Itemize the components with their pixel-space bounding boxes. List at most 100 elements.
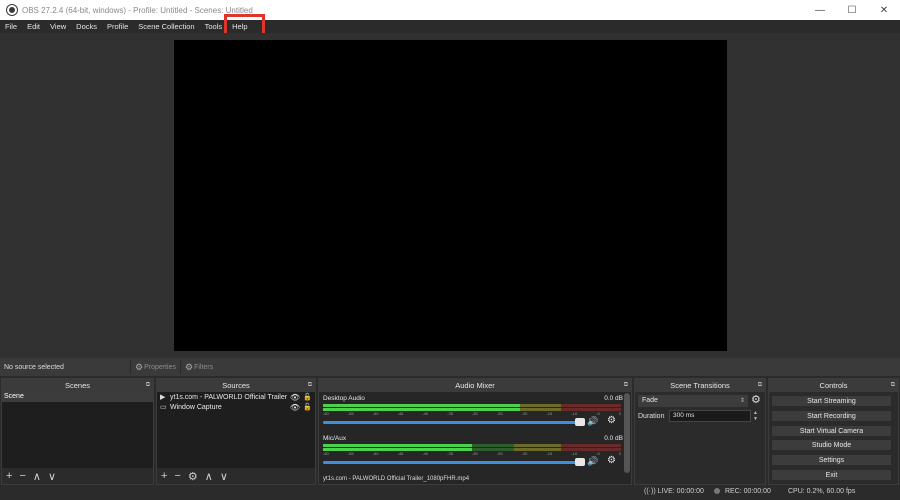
move-scene-down-button[interactable]: ∨ (48, 470, 56, 483)
scenes-dock: Scenes ⧉ Scene + − ∧ ∨ (1, 378, 154, 485)
close-button[interactable]: ✕ (868, 0, 900, 20)
menu-edit[interactable]: Edit (22, 20, 45, 33)
speaker-icon[interactable]: 🔊 (587, 456, 598, 467)
source-name: Window Capture (170, 403, 222, 411)
source-name: yt1s.com - PALWORLD Official Trailer (170, 393, 288, 401)
channel-name: Desktop Audio (323, 395, 365, 402)
chevron-updown-icon: ⇕ (739, 398, 745, 404)
preview-canvas[interactable] (174, 40, 727, 351)
sources-dock-header: Sources ⧉ (157, 379, 315, 392)
rec-status: REC: 00:00:00 (714, 488, 771, 495)
filters-button[interactable]: ⚙ Filters (179, 360, 217, 374)
start-streaming-button[interactable]: Start Streaming (771, 395, 892, 407)
menu-tools[interactable]: Tools (200, 20, 228, 33)
sources-dock-title: Sources (222, 381, 250, 390)
gear-icon[interactable]: ⚙ (607, 455, 616, 466)
start-recording-button[interactable]: Start Recording (771, 410, 892, 422)
window-icon: ▭ (160, 404, 167, 411)
audio-mixer-title: Audio Mixer (455, 381, 495, 390)
title-bar: OBS 27.2.4 (64-bit, windows) - Profile: … (0, 0, 900, 20)
filters-label: Filters (194, 363, 214, 371)
source-item[interactable]: ▶ yt1s.com - PALWORLD Official Trailer 👁… (157, 392, 315, 402)
scene-transitions-title: Scene Transitions (670, 381, 730, 390)
menu-profile[interactable]: Profile (102, 20, 133, 33)
add-source-button[interactable]: + (161, 470, 167, 482)
settings-button[interactable]: Settings (771, 454, 892, 466)
move-source-up-button[interactable]: ∧ (205, 470, 213, 483)
meter-ticks: -60 -55 -50 -45 -40 -35 -30 -25 -20 -15 -10 -5 0 (323, 411, 621, 416)
audio-mixer-header: Audio Mixer ⧉ (319, 379, 631, 392)
scene-transitions-dock: Scene Transitions ⧉ Fade ⇕ ⚙ Duration 30… (634, 378, 766, 485)
visibility-icon[interactable]: 👁 (290, 393, 300, 402)
minimize-button[interactable]: — (804, 0, 836, 20)
volume-slider[interactable] (323, 418, 585, 426)
scenes-dock-title: Scenes (64, 381, 91, 390)
menu-scene-collection[interactable]: Scene Collection (133, 20, 199, 33)
window-title: OBS 27.2.4 (64-bit, windows) - Profile: … (22, 5, 253, 15)
duration-label: Duration (638, 413, 665, 420)
undock-icon[interactable]: ⧉ (758, 379, 762, 392)
undock-icon[interactable]: ⧉ (891, 379, 895, 392)
controls-title: Controls (819, 381, 848, 390)
undock-icon[interactable]: ⧉ (624, 379, 628, 392)
undock-icon[interactable]: ⧉ (308, 379, 312, 392)
scene-item[interactable]: Scene (2, 392, 153, 402)
channel-name: Mic/Aux (323, 435, 347, 442)
mixer-channel-mic: Mic/Aux 0.0 dB -60 -55 -50 -45 -40 -35 -30 -25-… (319, 432, 631, 472)
volume-slider[interactable] (323, 458, 585, 466)
source-status: No source selected (4, 363, 64, 371)
scene-transitions-body: Fade ⇕ ⚙ Duration 300 ms ▲ ▼ (635, 392, 765, 484)
transition-value: Fade (642, 397, 658, 404)
remove-source-button[interactable]: − (174, 470, 180, 482)
speaker-icon[interactable]: 🔊 (587, 416, 598, 427)
gear-icon[interactable]: ⚙ (751, 393, 761, 406)
meter-ticks: -60 -55 -50 -45 -40 -35 -30 -25 -20 -15 -10 -5 0 (323, 451, 621, 456)
gear-icon[interactable]: ⚙ (607, 415, 616, 426)
duration-spinner[interactable]: ▲ ▼ (753, 410, 758, 422)
lock-icon[interactable]: 🔓 (303, 393, 312, 401)
volume-meter (323, 404, 621, 407)
source-item[interactable]: ▭ Window Capture 👁 🔓 (157, 402, 315, 412)
visibility-icon[interactable]: 👁 (290, 403, 300, 412)
filter-icon: ⚙ (184, 361, 194, 372)
scenes-tools: + − ∧ ∨ (2, 468, 153, 484)
controls-dock: Controls ⧉ Start Streaming Start Recordi… (768, 378, 899, 485)
menu-docks[interactable]: Docks (71, 20, 102, 33)
menu-file[interactable]: File (0, 20, 22, 33)
status-bar: ((·)) LIVE: 00:00:00 REC: 00:00:00 CPU: … (0, 485, 900, 500)
sources-dock: Sources ⧉ ▶ yt1s.com - PALWORLD Official… (156, 378, 316, 485)
move-source-down-button[interactable]: ∨ (220, 470, 228, 483)
gear-icon: ⚙ (135, 361, 144, 372)
start-virtual-camera-button[interactable]: Start Virtual Camera (771, 425, 892, 437)
transition-select[interactable]: Fade ⇕ (638, 395, 748, 407)
exit-button[interactable]: Exit (771, 469, 892, 481)
duration-input[interactable]: 300 ms (669, 410, 751, 422)
record-dot-icon (714, 488, 720, 494)
scenes-dock-header: Scenes ⧉ (2, 379, 153, 392)
volume-meter (323, 444, 621, 447)
volume-slider-handle[interactable] (575, 458, 585, 466)
studio-mode-button[interactable]: Studio Mode (771, 439, 892, 451)
properties-button[interactable]: ⚙ Properties (130, 360, 180, 374)
window-controls: — ☐ ✕ (804, 0, 900, 20)
play-icon: ▶ (160, 394, 166, 401)
source-properties-button[interactable]: ⚙ (188, 470, 198, 483)
properties-label: Properties (144, 363, 176, 371)
menu-bar: File Edit View Docks Profile Scene Colle… (0, 20, 900, 33)
controls-body: Start Streaming Start Recording Start Vi… (769, 392, 898, 484)
undock-icon[interactable]: ⧉ (146, 379, 150, 392)
add-scene-button[interactable]: + (6, 470, 12, 482)
menu-view[interactable]: View (45, 20, 71, 33)
maximize-button[interactable]: ☐ (836, 0, 868, 20)
mixer-channel-desktop: Desktop Audio 0.0 dB -60 -55 -50 -45 -40 -35-… (319, 392, 631, 432)
volume-slider-handle[interactable] (575, 418, 585, 426)
cpu-status: CPU: 0.2%, 60.00 fps (788, 488, 856, 495)
mixer-scrollbar[interactable] (624, 393, 630, 473)
remove-scene-button[interactable]: − (19, 470, 25, 482)
move-scene-up-button[interactable]: ∧ (33, 470, 41, 483)
sources-tools: + − ⚙ ∧ ∨ (157, 468, 315, 484)
audio-mixer-dock: Audio Mixer ⧉ Desktop Audio 0.0 dB -60 -5… (318, 378, 632, 485)
sources-list: ▶ yt1s.com - PALWORLD Official Trailer 👁… (157, 392, 315, 484)
channel-db: 0.0 dB (604, 435, 623, 442)
lock-icon[interactable]: 🔓 (303, 403, 312, 411)
